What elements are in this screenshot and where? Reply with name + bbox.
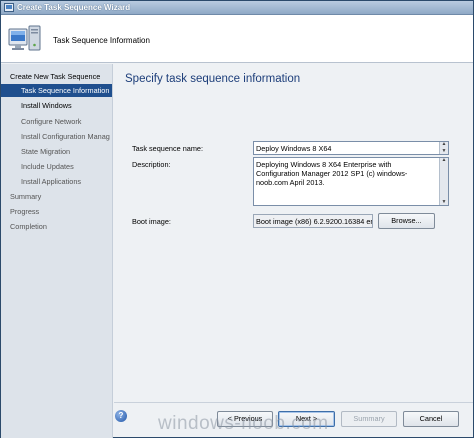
header-title: Task Sequence Information [53,36,150,45]
task-sequence-name-label: Task sequence name: [132,144,203,153]
task-sequence-name-input[interactable]: Deploy Windows 8 X64 ▲ ▼ [253,141,449,155]
sidebar-item-include-updates[interactable]: Include Updates [1,160,112,173]
boot-image-label: Boot image: [132,217,171,226]
sidebar-item-summary[interactable]: Summary [1,190,112,203]
window-title: Create Task Sequence Wizard [17,3,131,12]
scroll-down-icon[interactable]: ▼ [441,149,447,154]
help-icon[interactable]: ? [115,410,127,422]
sidebar-item-install-windows[interactable]: Install Windows [1,99,112,112]
sidebar-item-configure-network[interactable]: Configure Network [1,115,112,128]
wizard-sidebar: Create New Task Sequence Task Sequence I… [1,64,113,438]
description-textarea[interactable]: Deploying Windows 8 X64 Enterprise with … [253,157,449,206]
description-scrollbar[interactable]: ▲ ▼ [439,158,448,205]
wizard-content: Specify task sequence information Task s… [114,64,473,402]
description-value: Deploying Windows 8 X64 Enterprise with … [256,160,408,187]
watermark: windows-noob.com [158,413,329,434]
summary-button: Summary [341,411,397,427]
wizard-header: Task Sequence Information [1,15,473,63]
footer-divider [114,402,473,403]
wizard-window: Create Task Sequence Wizard Task Sequenc… [0,0,474,438]
browse-button[interactable]: Browse... [378,213,435,229]
name-scrollbar[interactable]: ▲ ▼ [439,142,448,154]
sidebar-item-install-applications[interactable]: Install Applications [1,175,112,188]
sidebar-item-install-configuration-manager[interactable]: Install Configuration Manag [1,130,112,143]
scroll-up-icon[interactable]: ▲ [441,158,447,163]
boot-image-field: Boot image (x86) 6.2.9200.16384 en [253,214,373,228]
sidebar-item-state-migration[interactable]: State Migration [1,145,112,158]
task-sequence-name-value: Deploy Windows 8 X64 [256,144,332,153]
sidebar-item-progress[interactable]: Progress [1,205,112,218]
title-bar[interactable]: Create Task Sequence Wizard [1,1,473,15]
sidebar-item-task-sequence-information[interactable]: Task Sequence Information [1,84,112,97]
scroll-down-icon[interactable]: ▼ [441,200,447,205]
sidebar-item-completion[interactable]: Completion [1,220,112,233]
sidebar-item-create-new-task-sequence[interactable]: Create New Task Sequence [1,70,112,83]
cancel-button[interactable]: Cancel [403,411,459,427]
computer-icon [8,25,41,51]
page-title: Specify task sequence information [125,73,301,85]
scroll-up-icon[interactable]: ▲ [441,142,447,147]
boot-image-value: Boot image (x86) 6.2.9200.16384 en [256,217,373,226]
wizard-app-icon [4,3,14,12]
description-label: Description: [132,160,171,169]
